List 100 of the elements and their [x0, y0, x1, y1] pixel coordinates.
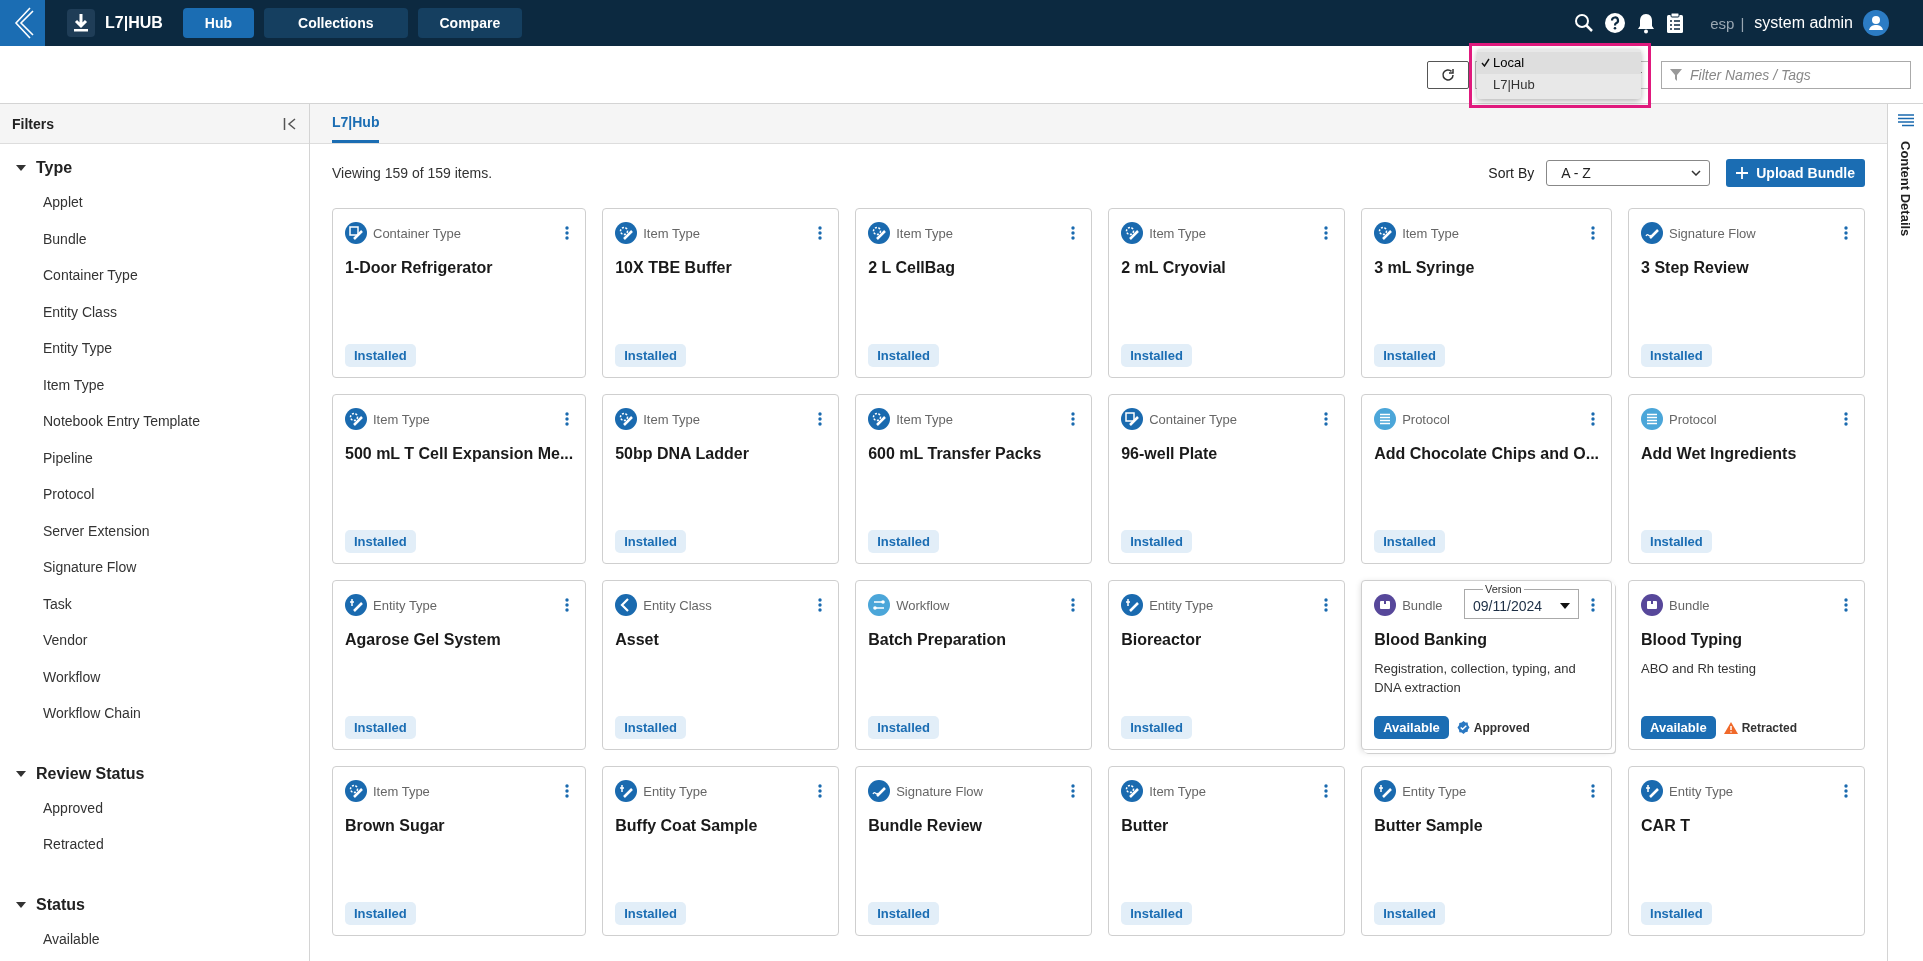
filter-option[interactable]: Pipeline: [0, 439, 309, 476]
content-card[interactable]: Item Type 600 mL Transfer Packs Installed: [855, 394, 1093, 564]
nav-tab[interactable]: Compare: [417, 8, 523, 38]
content-card[interactable]: Entity Type Agarose Gel System Installed: [332, 580, 587, 750]
content-card[interactable]: Item Type 500 mL T Cell Expansion Me... Installed: [332, 394, 587, 564]
content-card[interactable]: Entity Type CAR T Installed: [1628, 766, 1865, 936]
filter-option[interactable]: Workflow: [0, 658, 309, 695]
user-avatar-icon[interactable]: [1863, 10, 1889, 36]
filter-option[interactable]: Available: [0, 920, 309, 957]
filter-option[interactable]: Protocol: [0, 476, 309, 513]
more-options-icon[interactable]: [1324, 412, 1329, 426]
card-title: Asset: [615, 631, 660, 649]
filter-option[interactable]: Applet: [0, 184, 309, 221]
content-card[interactable]: Item Type 2 L CellBag Installed: [855, 208, 1093, 378]
status-badge: Installed: [1641, 344, 1712, 367]
nav-tab[interactable]: Hub: [182, 8, 255, 38]
search-icon[interactable]: [1574, 13, 1595, 33]
filter-group-toggle[interactable]: Status: [0, 888, 309, 921]
content-card[interactable]: Entity Type Butter Sample Installed: [1361, 766, 1613, 936]
more-options-icon[interactable]: [1591, 598, 1596, 612]
upload-bundle-button[interactable]: Upload Bundle: [1726, 159, 1865, 187]
refresh-icon: [1441, 67, 1455, 82]
menu-option[interactable]: L7|Hub: [1477, 73, 1641, 96]
help-icon[interactable]: [1604, 12, 1627, 34]
more-options-icon[interactable]: [1071, 598, 1076, 612]
more-options-icon[interactable]: [1324, 226, 1329, 240]
content-card[interactable]: Protocol Add Chocolate Chips and O... Installed: [1361, 394, 1613, 564]
more-options-icon[interactable]: [565, 226, 570, 240]
protocol-icon: [1641, 408, 1664, 430]
more-options-icon[interactable]: [1844, 226, 1848, 240]
card-type: Entity Type: [643, 783, 708, 799]
signature-flow-icon: [1641, 222, 1664, 244]
more-options-icon[interactable]: [1591, 226, 1596, 240]
clipboard-icon[interactable]: [1666, 12, 1685, 34]
filter-option[interactable]: Retracted: [0, 826, 309, 863]
content-card[interactable]: Item Type 10X TBE Buffer Installed: [602, 208, 840, 378]
status-badge: Installed: [1121, 530, 1192, 553]
more-options-icon[interactable]: [565, 598, 570, 612]
more-options-icon[interactable]: [818, 784, 823, 798]
card-title: 600 mL Transfer Packs: [868, 445, 1043, 463]
content-card[interactable]: Entity Type Buffy Coat Sample Installed: [602, 766, 840, 936]
more-options-icon[interactable]: [1591, 412, 1596, 426]
more-options-icon[interactable]: [818, 226, 823, 240]
content-card[interactable]: Item Type 2 mL Cryovial Installed: [1108, 208, 1346, 378]
content-card[interactable]: Entity Class Asset Installed: [602, 580, 840, 750]
caret-icon: [16, 901, 26, 908]
version-select[interactable]: Version 09/11/2024: [1464, 583, 1580, 619]
more-options-icon[interactable]: [818, 412, 823, 426]
filter-option[interactable]: Entity Class: [0, 293, 309, 330]
filter-option[interactable]: Signature Flow: [0, 549, 309, 586]
content-card[interactable]: Workflow Batch Preparation Installed: [855, 580, 1093, 750]
sort-select[interactable]: A - Z: [1546, 160, 1711, 186]
filter-option[interactable]: Bundle: [0, 220, 309, 257]
content-card[interactable]: Entity Type Bioreactor Installed: [1108, 580, 1346, 750]
filter-field[interactable]: Filter Names / Tags: [1661, 60, 1911, 89]
notification-bell-icon[interactable]: [1636, 12, 1657, 34]
filter-group-toggle[interactable]: Review Status: [0, 757, 309, 790]
content-details-label[interactable]: Content Details: [1898, 141, 1913, 237]
filter-option[interactable]: Notebook Entry Template: [0, 403, 309, 440]
collapse-icon[interactable]: [283, 117, 297, 130]
user-name[interactable]: system admin: [1754, 14, 1853, 32]
more-options-icon[interactable]: [1071, 412, 1076, 426]
filter-group-toggle[interactable]: Type: [0, 152, 309, 184]
refresh-button[interactable]: [1427, 60, 1469, 89]
content-card[interactable]: Item Type Brown Sugar Installed: [332, 766, 587, 936]
more-options-icon[interactable]: [1844, 412, 1848, 426]
nav-tab[interactable]: Collections: [264, 8, 408, 38]
content-card[interactable]: Container Type 1-Door Refrigerator Installed: [332, 208, 587, 378]
more-options-icon[interactable]: [1071, 226, 1076, 240]
content-card[interactable]: Item Type 3 mL Syringe Installed: [1361, 208, 1613, 378]
filter-option[interactable]: Entity Type: [0, 330, 309, 367]
content-card[interactable]: Signature Flow 3 Step Review Installed: [1628, 208, 1865, 378]
content-card[interactable]: Protocol Add Wet Ingredients Installed: [1628, 394, 1865, 564]
content-card[interactable]: Bundle Blood Typing ABO and Rh testing Available Retracted: [1628, 580, 1865, 750]
status-badge: Installed: [1641, 902, 1712, 925]
filter-option[interactable]: Vendor: [0, 622, 309, 659]
details-list-icon[interactable]: [1897, 114, 1914, 127]
content-card[interactable]: Item Type Butter Installed: [1108, 766, 1346, 936]
more-options-icon[interactable]: [1324, 784, 1329, 798]
more-options-icon[interactable]: [565, 412, 570, 426]
content-tab[interactable]: L7|Hub: [332, 104, 380, 143]
card-type: Item Type: [1402, 225, 1459, 241]
content-card[interactable]: Signature Flow Bundle Review Installed: [855, 766, 1093, 936]
content-card[interactable]: Container Type 96-well Plate Installed: [1108, 394, 1346, 564]
more-options-icon[interactable]: [1324, 598, 1329, 612]
filter-option[interactable]: Server Extension: [0, 512, 309, 549]
filter-option[interactable]: Approved: [0, 789, 309, 826]
back-button[interactable]: [0, 0, 45, 46]
filter-option[interactable]: Workflow Chain: [0, 695, 309, 732]
content-card[interactable]: Item Type 50bp DNA Ladder Installed: [602, 394, 840, 564]
more-options-icon[interactable]: [565, 784, 570, 798]
filter-option[interactable]: Task: [0, 585, 309, 622]
more-options-icon[interactable]: [1844, 784, 1848, 798]
more-options-icon[interactable]: [818, 598, 823, 612]
more-options-icon[interactable]: [1844, 598, 1848, 612]
filter-option[interactable]: Item Type: [0, 366, 309, 403]
menu-option[interactable]: Local: [1477, 51, 1641, 74]
filter-option[interactable]: Container Type: [0, 257, 309, 294]
more-options-icon[interactable]: [1071, 784, 1076, 798]
more-options-icon[interactable]: [1591, 784, 1596, 798]
